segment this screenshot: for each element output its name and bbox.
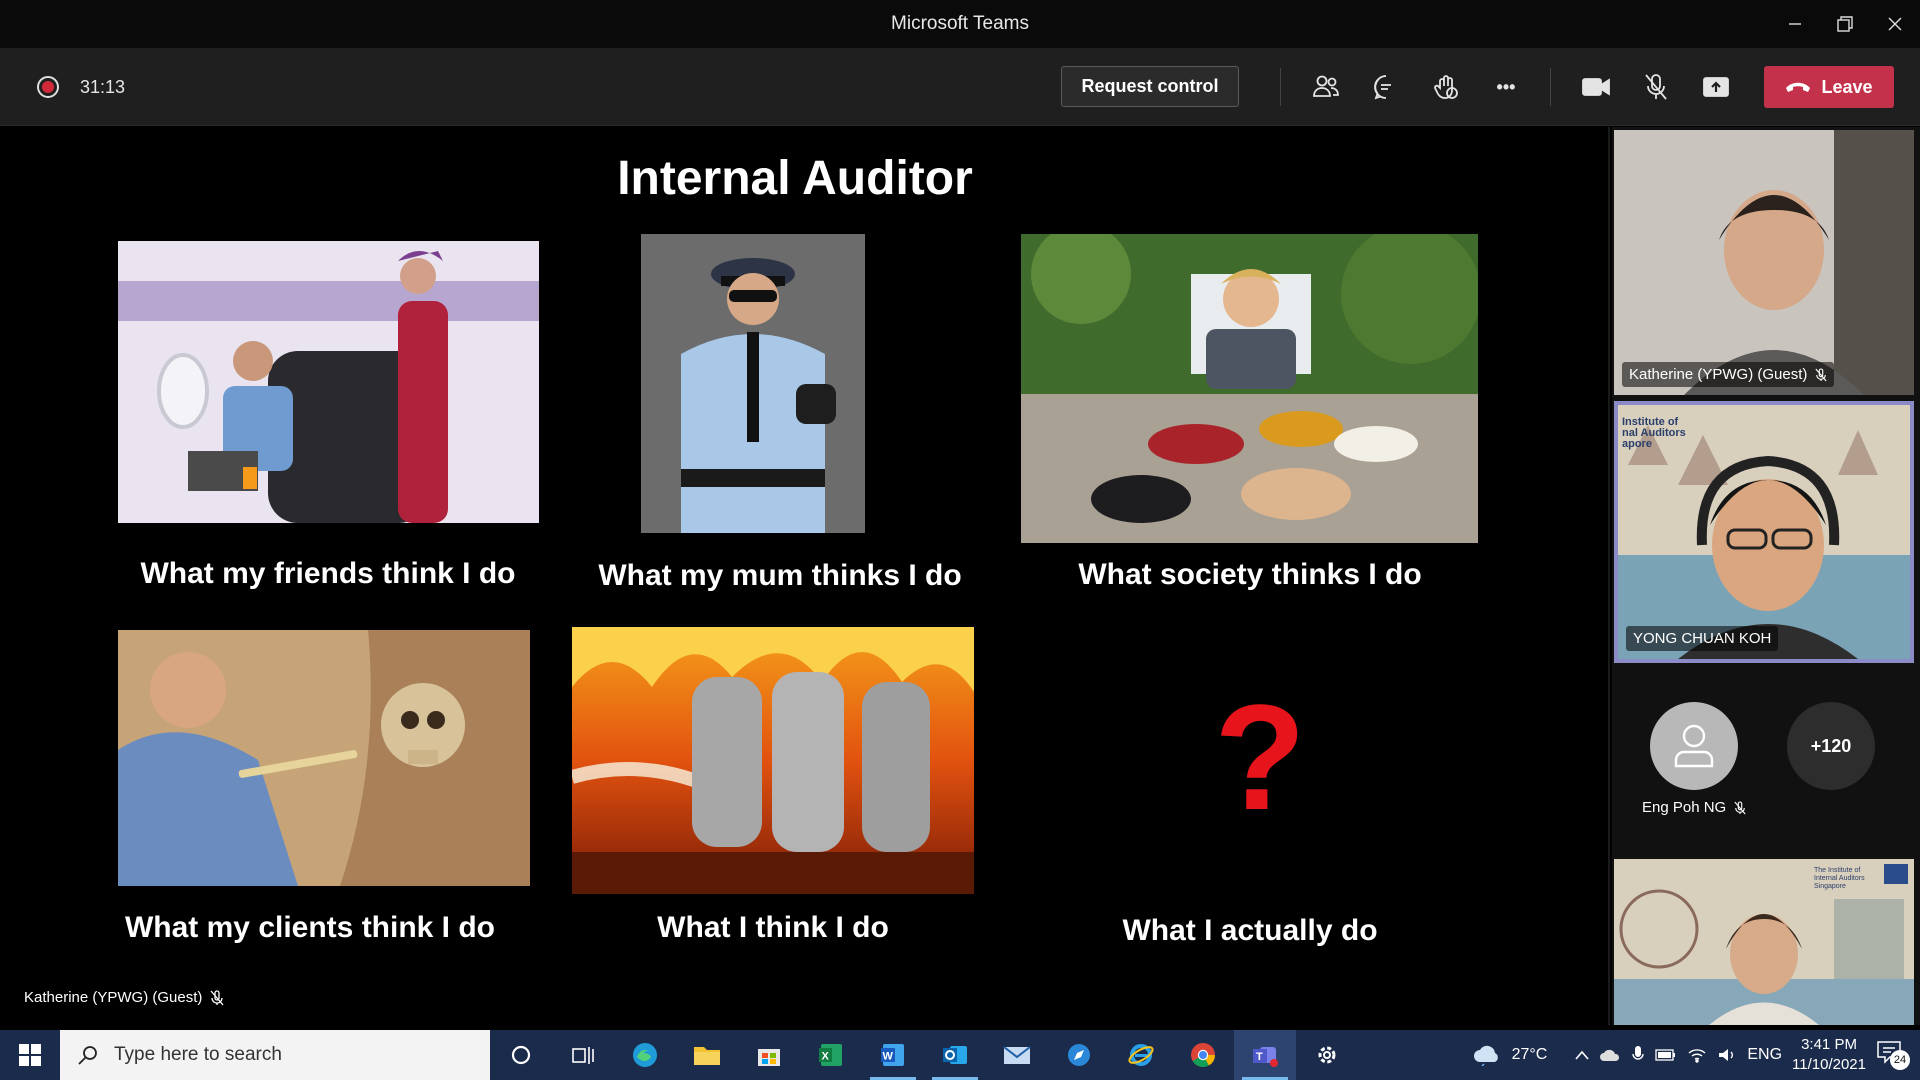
person-icon bbox=[1674, 724, 1714, 768]
weather-temperature[interactable]: 27°C bbox=[1512, 1046, 1548, 1064]
stage-speaker-name: Katherine (YPWG) (Guest) bbox=[24, 989, 203, 1006]
participant-name: YONG CHUAN KOH bbox=[1633, 630, 1772, 647]
participants-icon[interactable] bbox=[1308, 69, 1344, 105]
toolbar-divider bbox=[1550, 68, 1551, 106]
store-icon[interactable] bbox=[738, 1030, 800, 1080]
edge-icon[interactable] bbox=[614, 1030, 676, 1080]
svg-text:Singapore: Singapore bbox=[1814, 883, 1846, 890]
leave-button[interactable]: Leave bbox=[1764, 66, 1894, 108]
police-officer-photo bbox=[641, 234, 865, 533]
child-sorting-beans-photo bbox=[1021, 234, 1478, 543]
outlook-icon[interactable] bbox=[924, 1030, 986, 1080]
participant-label: YONG CHUAN KOH bbox=[1626, 626, 1779, 651]
teams-window: Microsoft Teams 31:13 Request control ••… bbox=[0, 0, 1920, 1080]
airplane-cabin-photo bbox=[118, 241, 539, 523]
firefighters-photo bbox=[572, 627, 974, 894]
slide-title: Internal Auditor bbox=[617, 152, 973, 205]
chrome-icon[interactable] bbox=[1172, 1030, 1234, 1080]
mail-icon[interactable] bbox=[986, 1030, 1048, 1080]
settings-gear-icon[interactable] bbox=[1296, 1030, 1358, 1080]
caption-friends: What my friends think I do bbox=[140, 557, 516, 590]
window-controls bbox=[1770, 0, 1920, 48]
mic-muted-icon bbox=[210, 989, 224, 1005]
archaeologist-skull-photo bbox=[118, 630, 530, 886]
word-icon[interactable]: W bbox=[862, 1030, 924, 1080]
windows-logo-icon bbox=[19, 1044, 41, 1066]
participant-avatar[interactable] bbox=[1650, 702, 1738, 790]
windows-taskbar: Type here to search X W T 27°C ENG 3:41 bbox=[0, 1030, 1920, 1080]
avatar-name-label: Eng Poh NG bbox=[1642, 799, 1746, 816]
shared-content-stage: Internal Auditor What my friends think I… bbox=[0, 127, 1610, 1025]
clock-time: 3:41 PM bbox=[1801, 1036, 1857, 1053]
battery-icon[interactable] bbox=[1655, 1048, 1677, 1062]
clock-date: 11/10/2021 bbox=[1792, 1056, 1866, 1073]
safari-like-browser-icon[interactable] bbox=[1048, 1030, 1110, 1080]
file-explorer-icon[interactable] bbox=[676, 1030, 738, 1080]
reactions-icon[interactable] bbox=[1428, 69, 1464, 105]
share-screen-icon[interactable] bbox=[1698, 69, 1734, 105]
meeting-timer: 31:13 bbox=[80, 77, 126, 97]
overflow-participants-button[interactable]: +120 bbox=[1787, 702, 1875, 790]
minimize-button[interactable] bbox=[1770, 0, 1820, 48]
teams-icon[interactable]: T bbox=[1234, 1030, 1296, 1080]
close-button[interactable] bbox=[1870, 0, 1920, 48]
internet-explorer-icon[interactable] bbox=[1110, 1030, 1172, 1080]
participant-name: Katherine (YPWG) (Guest) bbox=[1629, 366, 1808, 383]
meeting-toolbar: 31:13 Request control ••• Leave bbox=[0, 48, 1920, 126]
caption-clients: What my clients think I do bbox=[124, 911, 496, 944]
mic-muted-icon bbox=[1815, 367, 1827, 381]
task-view-icon[interactable] bbox=[552, 1030, 614, 1080]
caption-actually: What I actually do bbox=[1122, 914, 1378, 947]
input-language[interactable]: ENG bbox=[1747, 1046, 1782, 1064]
window-title: Microsoft Teams bbox=[891, 13, 1029, 34]
phone-hangup-icon bbox=[1786, 82, 1811, 92]
leave-label: Leave bbox=[1821, 76, 1873, 97]
start-button[interactable] bbox=[0, 1030, 60, 1080]
participants-panel: Katherine (YPWG) (Guest) Institute of na… bbox=[1612, 127, 1920, 1025]
svg-text:T: T bbox=[1256, 1051, 1263, 1063]
participant-tile-katherine[interactable]: Katherine (YPWG) (Guest) bbox=[1614, 130, 1914, 395]
volume-icon[interactable] bbox=[1717, 1047, 1737, 1063]
more-options-icon[interactable]: ••• bbox=[1488, 69, 1524, 105]
excel-icon[interactable]: X bbox=[800, 1030, 862, 1080]
avatar-name: Eng Poh NG bbox=[1642, 799, 1727, 816]
search-icon bbox=[78, 1046, 97, 1065]
svg-text:The Institute of: The Institute of bbox=[1814, 867, 1860, 874]
caption-society: What society thinks I do bbox=[1078, 558, 1422, 591]
title-bar: Microsoft Teams bbox=[0, 0, 1920, 48]
taskbar-search-box[interactable]: Type here to search bbox=[60, 1030, 490, 1080]
restore-button[interactable] bbox=[1820, 0, 1870, 48]
cortana-icon[interactable] bbox=[490, 1030, 552, 1080]
taskbar-clock[interactable]: 3:41 PM 11/10/2021 bbox=[1792, 1035, 1866, 1075]
request-control-button[interactable]: Request control bbox=[1061, 66, 1239, 107]
svg-text:apore: apore bbox=[1622, 438, 1652, 450]
question-mark: ? bbox=[1214, 673, 1306, 841]
participant-label: Katherine (YPWG) (Guest) bbox=[1622, 362, 1835, 387]
mic-muted-icon bbox=[1734, 800, 1746, 814]
camera-icon[interactable] bbox=[1578, 69, 1614, 105]
search-placeholder: Type here to search bbox=[114, 1044, 282, 1065]
caption-i-think: What I think I do bbox=[657, 911, 889, 944]
microphone-icon[interactable] bbox=[1631, 1045, 1645, 1065]
svg-text:X: X bbox=[822, 1051, 830, 1063]
toolbar-divider bbox=[1280, 68, 1281, 106]
svg-text:W: W bbox=[883, 1051, 894, 1063]
system-tray: 27°C ENG 3:41 PM 11/10/2021 24 bbox=[1472, 1030, 1920, 1080]
stage-speaker-label: Katherine (YPWG) (Guest) bbox=[24, 989, 224, 1006]
svg-text:Internal Auditors: Internal Auditors bbox=[1814, 875, 1865, 882]
caption-mum: What my mum thinks I do bbox=[598, 559, 962, 592]
action-center-button[interactable]: 24 bbox=[1876, 1040, 1910, 1070]
weather-cloud-icon[interactable] bbox=[1472, 1044, 1502, 1066]
recording-icon bbox=[37, 76, 59, 98]
chat-icon[interactable] bbox=[1368, 69, 1404, 105]
notification-count-badge: 24 bbox=[1890, 1050, 1910, 1070]
wifi-icon[interactable] bbox=[1687, 1047, 1707, 1063]
participant-tile-video[interactable]: The Institute of Internal Auditors Singa… bbox=[1614, 859, 1914, 1025]
participant-tile-yong-chuan-koh[interactable]: Institute of nal Auditors apore YONG CHU… bbox=[1614, 401, 1914, 663]
microphone-muted-icon[interactable] bbox=[1638, 69, 1674, 105]
chevron-up-icon[interactable] bbox=[1575, 1050, 1589, 1060]
onedrive-icon[interactable] bbox=[1599, 1048, 1621, 1062]
